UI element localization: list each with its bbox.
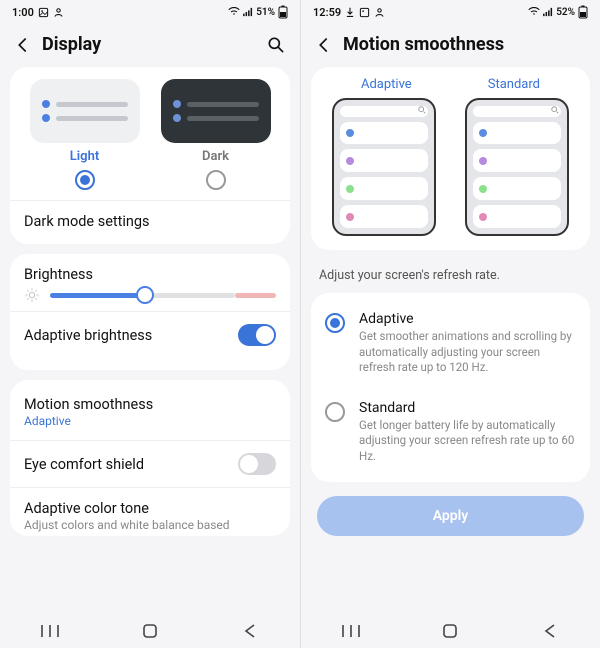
brightness-label: Brightness bbox=[24, 266, 276, 283]
nav-back[interactable] bbox=[520, 623, 580, 639]
display-options-card: Motion smoothness Adaptive Eye comfort s… bbox=[10, 380, 290, 536]
light-preview bbox=[30, 79, 140, 143]
battery-icon bbox=[278, 5, 288, 19]
adaptive-color-row[interactable]: Adaptive color tone Adjust colors and wh… bbox=[24, 488, 276, 536]
dark-mode-settings-row[interactable]: Dark mode settings bbox=[24, 213, 150, 230]
search-icon[interactable] bbox=[266, 35, 286, 55]
search-mini-icon bbox=[418, 106, 426, 114]
apply-button[interactable]: Apply bbox=[317, 496, 584, 536]
preview-adaptive-label: Adaptive bbox=[361, 77, 412, 92]
search-mini-icon bbox=[551, 106, 559, 114]
header: Motion smoothness bbox=[301, 24, 600, 67]
theme-option-light[interactable]: Light bbox=[24, 79, 145, 190]
brightness-card: Brightness Adaptive brightness bbox=[10, 254, 290, 370]
theme-card: Light Dark Dark mode settings bbox=[10, 67, 290, 244]
download-icon bbox=[345, 7, 355, 18]
battery-icon bbox=[578, 5, 588, 19]
standard-radio[interactable] bbox=[325, 402, 345, 422]
image-icon bbox=[38, 7, 49, 18]
phone-preview-adaptive bbox=[332, 98, 436, 236]
motion-smoothness-screen: 12:59 52% Motion smoothness Adaptive Sta… bbox=[300, 0, 600, 648]
dark-preview bbox=[161, 79, 271, 143]
signal-icon bbox=[243, 7, 253, 17]
option-adaptive[interactable]: Adaptive Get smoother animations and scr… bbox=[325, 299, 576, 388]
light-radio[interactable] bbox=[75, 170, 95, 190]
person-icon bbox=[374, 7, 385, 18]
page-title: Motion smoothness bbox=[343, 34, 586, 55]
options-card: Adaptive Get smoother animations and scr… bbox=[311, 293, 590, 482]
page-title: Display bbox=[42, 34, 256, 55]
nav-recents[interactable] bbox=[20, 624, 80, 638]
wifi-icon bbox=[228, 7, 240, 17]
option-standard[interactable]: Standard Get longer battery life by auto… bbox=[325, 388, 576, 477]
info-text: Adjust your screen's refresh rate. bbox=[301, 260, 600, 293]
back-icon[interactable] bbox=[14, 36, 32, 54]
signal-icon bbox=[543, 7, 553, 17]
brightness-slider[interactable] bbox=[50, 287, 276, 303]
status-time: 12:59 bbox=[313, 6, 341, 19]
status-bar: 1:00 51% bbox=[0, 0, 300, 24]
eye-comfort-row[interactable]: Eye comfort shield bbox=[24, 441, 276, 487]
nav-bar bbox=[0, 614, 300, 648]
theme-option-dark[interactable]: Dark bbox=[155, 79, 276, 190]
battery-text: 51% bbox=[256, 7, 275, 18]
adaptive-brightness-label: Adaptive brightness bbox=[24, 327, 152, 344]
nav-bar bbox=[301, 614, 600, 648]
dark-radio[interactable] bbox=[206, 170, 226, 190]
person-icon bbox=[53, 7, 64, 18]
sun-icon bbox=[24, 287, 40, 303]
dark-label: Dark bbox=[202, 149, 229, 164]
header: Display bbox=[0, 24, 300, 67]
slider-thumb[interactable] bbox=[136, 286, 154, 304]
adaptive-brightness-toggle[interactable] bbox=[238, 324, 276, 346]
preview-standard-label: Standard bbox=[488, 77, 540, 92]
eye-comfort-toggle[interactable] bbox=[238, 453, 276, 475]
light-label: Light bbox=[70, 149, 99, 164]
wifi-icon bbox=[528, 7, 540, 17]
phone-preview-standard bbox=[465, 98, 569, 236]
status-time: 1:00 bbox=[12, 6, 34, 19]
preview-card: Adaptive Standard bbox=[311, 67, 590, 250]
back-icon[interactable] bbox=[315, 36, 333, 54]
adaptive-radio[interactable] bbox=[325, 313, 345, 333]
status-bar: 12:59 52% bbox=[301, 0, 600, 24]
display-settings-screen: 1:00 51% Display Light bbox=[0, 0, 300, 648]
nav-home[interactable] bbox=[120, 623, 180, 639]
image-icon bbox=[359, 7, 370, 18]
motion-smoothness-row[interactable]: Motion smoothness Adaptive bbox=[24, 384, 276, 440]
nav-recents[interactable] bbox=[321, 624, 381, 638]
battery-text: 52% bbox=[556, 7, 575, 18]
nav-back[interactable] bbox=[220, 623, 280, 639]
nav-home[interactable] bbox=[420, 623, 480, 639]
